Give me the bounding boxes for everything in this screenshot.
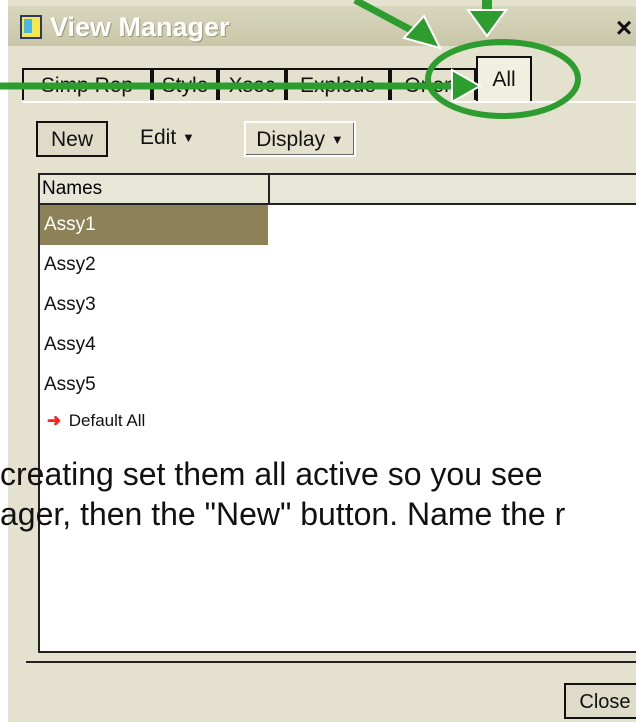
edit-label: Edit — [140, 126, 177, 149]
tab-divider — [22, 101, 636, 103]
chevron-down-icon: ▼ — [182, 130, 195, 145]
list-item[interactable]: Assy1 — [40, 205, 636, 245]
tab-explode[interactable]: Explode — [286, 68, 390, 100]
new-button[interactable]: New — [36, 121, 108, 157]
tab-all[interactable]: All — [476, 56, 532, 102]
list-item-default[interactable]: ➜ Default All — [40, 403, 636, 439]
list-item[interactable]: Assy5 — [40, 365, 636, 405]
default-all-label: Default All — [68, 411, 146, 430]
list-item[interactable]: Assy3 — [40, 285, 636, 325]
red-arrow-icon: ➜ — [46, 411, 62, 430]
list-item-label: Assy1 — [44, 214, 96, 235]
list-item[interactable]: Assy2 — [40, 245, 636, 285]
overlay-text-line1: creating set them all active so you see — [0, 456, 543, 492]
view-manager-dialog: View Manager × Simp Rep Style Xsec Explo… — [8, 0, 636, 722]
column-header-empty — [270, 175, 636, 205]
column-header-names[interactable]: Names — [40, 175, 270, 205]
names-list[interactable]: Names Assy1 Assy2 Assy3 Assy4 Assy5 ➜ De… — [38, 173, 636, 653]
tab-style[interactable]: Style — [152, 68, 218, 100]
title-bar: View Manager × — [8, 6, 636, 46]
edit-menu-button[interactable]: Edit ▼ — [140, 121, 214, 157]
chevron-down-icon: ▼ — [330, 132, 344, 147]
tab-simp-rep[interactable]: Simp Rep — [22, 68, 152, 100]
display-label: Display — [256, 128, 326, 151]
overlay-text-line2: ager, then the "New" button. Name the r — [0, 496, 566, 532]
display-menu-button[interactable]: Display ▼ — [244, 121, 356, 157]
close-icon[interactable]: × — [607, 14, 636, 42]
view-manager-icon — [20, 15, 42, 39]
status-divider — [26, 661, 636, 663]
close-button[interactable]: Close — [564, 683, 636, 719]
window-title: View Manager — [50, 12, 230, 42]
tab-xsec[interactable]: Xsec — [218, 68, 286, 100]
list-item[interactable]: Assy4 — [40, 325, 636, 365]
tab-orient[interactable]: Orient — [390, 68, 476, 100]
